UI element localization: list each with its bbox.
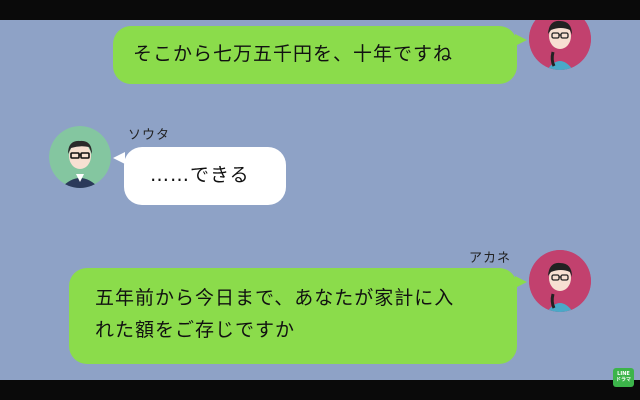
message-bubble-2[interactable]: ……できる [124,147,286,205]
bubble-tail-3 [515,276,527,288]
message-text-3-line2: れた額をご存じですか [95,319,296,341]
akane-avatar[interactable] [529,20,591,70]
woman-avatar-icon [529,250,591,312]
sender-name-akane: アカネ [469,251,512,266]
akane-avatar-2[interactable] [529,250,591,312]
man-avatar-icon [49,126,111,188]
logo-line2: ドラマ [615,377,631,383]
sender-name-souta: ソウタ [128,128,171,143]
woman-avatar-icon [529,20,591,70]
bubble-tail-1 [515,34,527,46]
message-bubble-3[interactable]: 五年前から今日まで、あなたが家計に入 れた額をご存じですか [69,268,517,364]
message-text-3-line1: 五年前から今日まで、あなたが家計に入 [95,287,455,309]
message-bubble-1[interactable]: そこから七万五千円を、十年ですね [113,26,517,84]
letterbox-top [0,0,640,20]
souta-avatar[interactable] [49,126,111,188]
line-drama-logo: LINE ドラマ [613,368,634,387]
letterbox-bottom [0,380,640,400]
message-text-2: ……できる [150,164,250,186]
message-text-1: そこから七万五千円を、十年ですね [133,43,454,65]
chat-area: そこから七万五千円を、十年ですね ソウタ ……できる アカネ 五年前から今日まで… [0,20,640,380]
